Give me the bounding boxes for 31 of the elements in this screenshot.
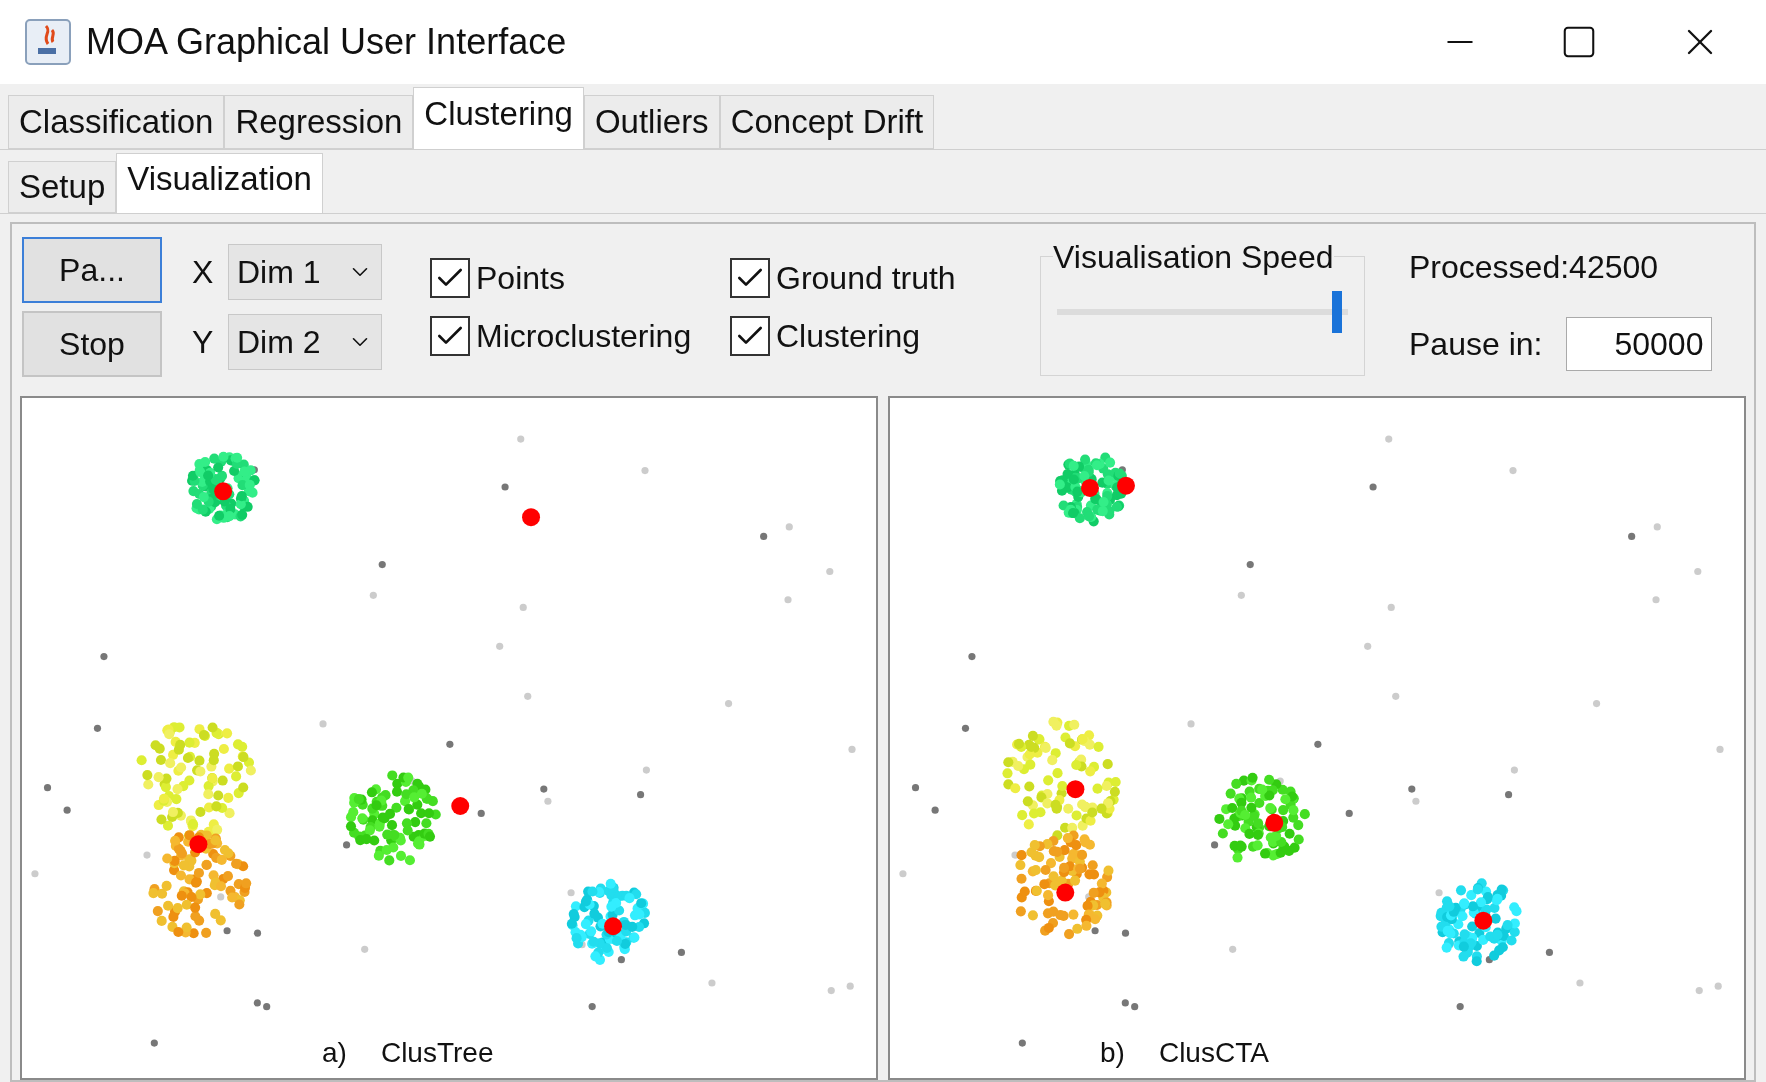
toolbar-button[interactable]: Pa... [22,237,162,303]
caption-name: ClusCTA [1158,1036,1269,1070]
checkbox-label: Points [476,259,565,298]
pause-label: Pause in: [1409,325,1543,364]
checkbox[interactable] [730,316,770,356]
tab[interactable]: Setup [8,161,117,213]
checkbox[interactable] [430,258,470,298]
caption-label: b) [1100,1036,1125,1070]
checkbox-label: Ground truth [776,259,956,298]
axis-label: X [192,253,214,292]
checkbox-label: Clustering [776,317,921,356]
tab[interactable]: Outliers [583,95,720,149]
pause-field[interactable]: 50000 [1566,317,1713,371]
tab[interactable]: Classification [8,95,225,149]
tab[interactable]: Visualization [116,153,323,213]
tab[interactable]: Concept Drift [719,95,935,149]
toolbar-button[interactable]: Stop [22,311,162,377]
caption-name: ClusTree [380,1036,494,1070]
checkbox-label: Microclustering [476,317,692,356]
slider-thumb[interactable] [1332,291,1343,333]
dimension-dropdown[interactable]: Dim 2 [228,314,382,370]
checkbox[interactable] [430,316,470,356]
tab[interactable]: Clustering [413,87,584,149]
axis-label: Y [192,323,214,362]
window-title: MOA Graphical User Interface [86,20,567,64]
checkbox[interactable] [730,258,770,298]
caption-label: a) [322,1036,347,1070]
app-icon [24,18,72,66]
processed-count: Processed:42500 [1409,248,1660,287]
tab[interactable]: Regression [224,95,414,149]
dimension-dropdown[interactable]: Dim 1 [228,244,382,300]
